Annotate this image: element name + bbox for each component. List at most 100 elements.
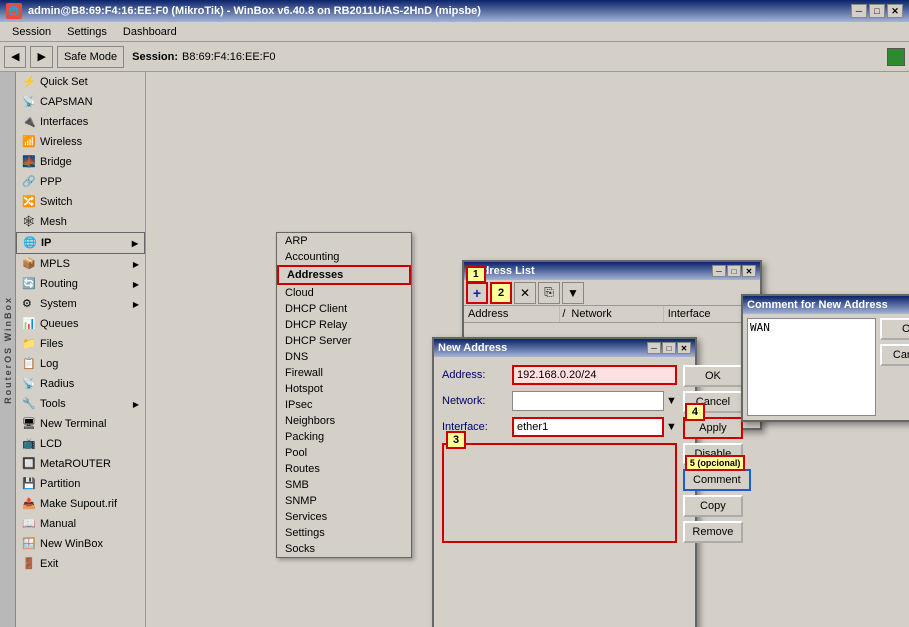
sidebar-item-system[interactable]: ⚙ System <box>16 294 145 314</box>
addr-btn-3[interactable]: ✕ <box>514 282 536 304</box>
ip-submenu-packing[interactable]: Packing <box>277 429 411 445</box>
sidebar-item-mesh[interactable]: 🕸 Mesh <box>16 212 145 232</box>
sidebar-item-log[interactable]: 📋 Log <box>16 354 145 374</box>
minimize-button[interactable]: ─ <box>851 4 867 18</box>
comment-title: Comment for New Address <box>747 299 909 311</box>
add-address-button[interactable]: + 1 <box>466 282 488 304</box>
sidebar-item-tools[interactable]: 🔧 Tools <box>16 394 145 414</box>
session-value: B8:69:F4:16:EE:F0 <box>182 51 276 63</box>
addr-list-toolbar: + 1 2 ✕ ⎘ ▼ <box>464 280 760 306</box>
terminal-icon: 🖥 <box>22 417 36 431</box>
sidebar-item-metarouter[interactable]: 🔲 MetaROUTER <box>16 454 145 474</box>
ip-submenu-dhcp-relay[interactable]: DHCP Relay <box>277 317 411 333</box>
content-area: ARP Accounting Addresses Cloud DHCP Clie… <box>146 72 909 627</box>
sidebar-item-partition[interactable]: 💾 Partition <box>16 474 145 494</box>
new-addr-max-btn[interactable]: □ <box>662 342 676 354</box>
partition-icon: 💾 <box>22 477 36 491</box>
sidebar-item-routing[interactable]: 🔄 Routing <box>16 274 145 294</box>
ip-submenu-smb[interactable]: SMB <box>277 477 411 493</box>
ok-button[interactable]: OK <box>683 365 743 387</box>
addr-list-close-btn[interactable]: ✕ <box>742 265 756 277</box>
interfaces-icon: 🔌 <box>22 115 36 129</box>
comment-dialog-buttons: OK Cancel <box>880 318 909 416</box>
maximize-button[interactable]: □ <box>869 4 885 18</box>
ip-submenu-ipsec[interactable]: IPsec <box>277 397 411 413</box>
addr-filter-btn[interactable]: ▼ <box>562 282 584 304</box>
session-label: Session: <box>132 51 178 63</box>
comment-textarea[interactable]: WAN <box>747 318 876 416</box>
remove-button[interactable]: Remove <box>683 521 743 543</box>
addr-list-min-btn[interactable]: ─ <box>712 265 726 277</box>
sidebar-item-switch[interactable]: 🔀 Switch <box>16 192 145 212</box>
ip-submenu-dns[interactable]: DNS <box>277 349 411 365</box>
ip-submenu-snmp[interactable]: SNMP <box>277 493 411 509</box>
col-address: Address <box>464 306 560 322</box>
comment-ok-button[interactable]: OK <box>880 318 909 340</box>
ip-submenu-dhcp-client[interactable]: DHCP Client <box>277 301 411 317</box>
ip-submenu-accounting[interactable]: Accounting <box>277 249 411 265</box>
sidebar-item-capsman[interactable]: 📡 CAPsMAN <box>16 92 145 112</box>
ip-submenu-arp[interactable]: ARP <box>277 233 411 249</box>
back-button[interactable]: ◀ <box>4 46 26 68</box>
menu-dashboard[interactable]: Dashboard <box>115 24 185 40</box>
sidebar-item-label: MPLS <box>40 258 70 270</box>
address-input[interactable] <box>512 365 677 385</box>
addr-list-max-btn[interactable]: □ <box>727 265 741 277</box>
sidebar-item-interfaces[interactable]: 🔌 Interfaces <box>16 112 145 132</box>
sidebar-item-label: Wireless <box>40 136 82 148</box>
ip-submenu-addresses[interactable]: Addresses <box>277 265 411 285</box>
quick-set-icon: ⚡ <box>22 75 36 89</box>
comment-cancel-button[interactable]: Cancel <box>880 344 909 366</box>
new-addr-close-btn[interactable]: ✕ <box>677 342 691 354</box>
step5-label: 5 (opcional) <box>685 455 746 471</box>
sidebar-item-manual[interactable]: 📖 Manual <box>16 514 145 534</box>
sidebar-item-mpls[interactable]: 📦 MPLS <box>16 254 145 274</box>
ip-submenu-dhcp-server[interactable]: DHCP Server <box>277 333 411 349</box>
comment-button[interactable]: Comment <box>683 469 751 491</box>
sidebar-item-new-terminal[interactable]: 🖥 New Terminal <box>16 414 145 434</box>
sidebar-item-label: Quick Set <box>40 76 88 88</box>
forward-button[interactable]: ▶ <box>30 46 52 68</box>
ip-submenu-pool[interactable]: Pool <box>277 445 411 461</box>
ip-submenu-firewall[interactable]: Firewall <box>277 365 411 381</box>
menu-settings[interactable]: Settings <box>59 24 115 40</box>
sidebar-item-make-supout[interactable]: 📤 Make Supout.rif <box>16 494 145 514</box>
sidebar-item-label: Radius <box>40 378 74 390</box>
sidebar-item-label: Routing <box>40 278 78 290</box>
sidebar-item-lcd[interactable]: 📺 LCD <box>16 434 145 454</box>
sidebar-item-wireless[interactable]: 📶 Wireless <box>16 132 145 152</box>
sidebar-item-ppp[interactable]: 🔗 PPP <box>16 172 145 192</box>
sidebar-item-quick-set[interactable]: ⚡ Quick Set <box>16 72 145 92</box>
status-indicator <box>887 48 905 66</box>
network-input[interactable] <box>512 391 664 411</box>
ip-submenu-hotspot[interactable]: Hotspot <box>277 381 411 397</box>
ip-submenu-cloud[interactable]: Cloud <box>277 285 411 301</box>
close-button[interactable]: ✕ <box>887 4 903 18</box>
log-icon: 📋 <box>22 357 36 371</box>
safe-mode-button[interactable]: Safe Mode <box>57 46 124 68</box>
sidebar-item-bridge[interactable]: 🌉 Bridge <box>16 152 145 172</box>
sidebar-item-ip[interactable]: 🌐 IP <box>16 232 145 254</box>
network-dropdown-btn[interactable]: ▼ <box>666 395 677 407</box>
sidebar-item-exit[interactable]: 🚪 Exit <box>16 554 145 574</box>
sidebar-item-new-winbox[interactable]: 🪟 New WinBox <box>16 534 145 554</box>
sidebar-item-queues[interactable]: 📊 Queues <box>16 314 145 334</box>
ip-submenu-neighbors[interactable]: Neighbors <box>277 413 411 429</box>
ip-submenu-services[interactable]: Services <box>277 509 411 525</box>
ip-submenu-settings[interactable]: Settings <box>277 525 411 541</box>
ip-submenu-socks[interactable]: Socks <box>277 541 411 557</box>
new-addr-min-btn[interactable]: ─ <box>647 342 661 354</box>
new-address-dialog: New Address ─ □ ✕ Address: Network: ▼ <box>432 337 697 627</box>
comment-dialog: Comment for New Address ✕ WAN OK Cancel <box>741 294 909 422</box>
interface-dropdown-btn[interactable]: ▼ <box>666 421 677 433</box>
addr-list-header: Address / Network Interface <box>464 306 760 323</box>
addr-btn-4[interactable]: ⎘ <box>538 282 560 304</box>
menu-session[interactable]: Session <box>4 24 59 40</box>
step2-button[interactable]: 2 <box>490 282 512 304</box>
copy-button[interactable]: Copy <box>683 495 743 517</box>
interface-input[interactable] <box>512 417 664 437</box>
sidebar-item-files[interactable]: 📁 Files <box>16 334 145 354</box>
sidebar-item-radius[interactable]: 📡 Radius <box>16 374 145 394</box>
ip-submenu-routes[interactable]: Routes <box>277 461 411 477</box>
comment-titlebar: Comment for New Address ✕ <box>743 296 909 314</box>
